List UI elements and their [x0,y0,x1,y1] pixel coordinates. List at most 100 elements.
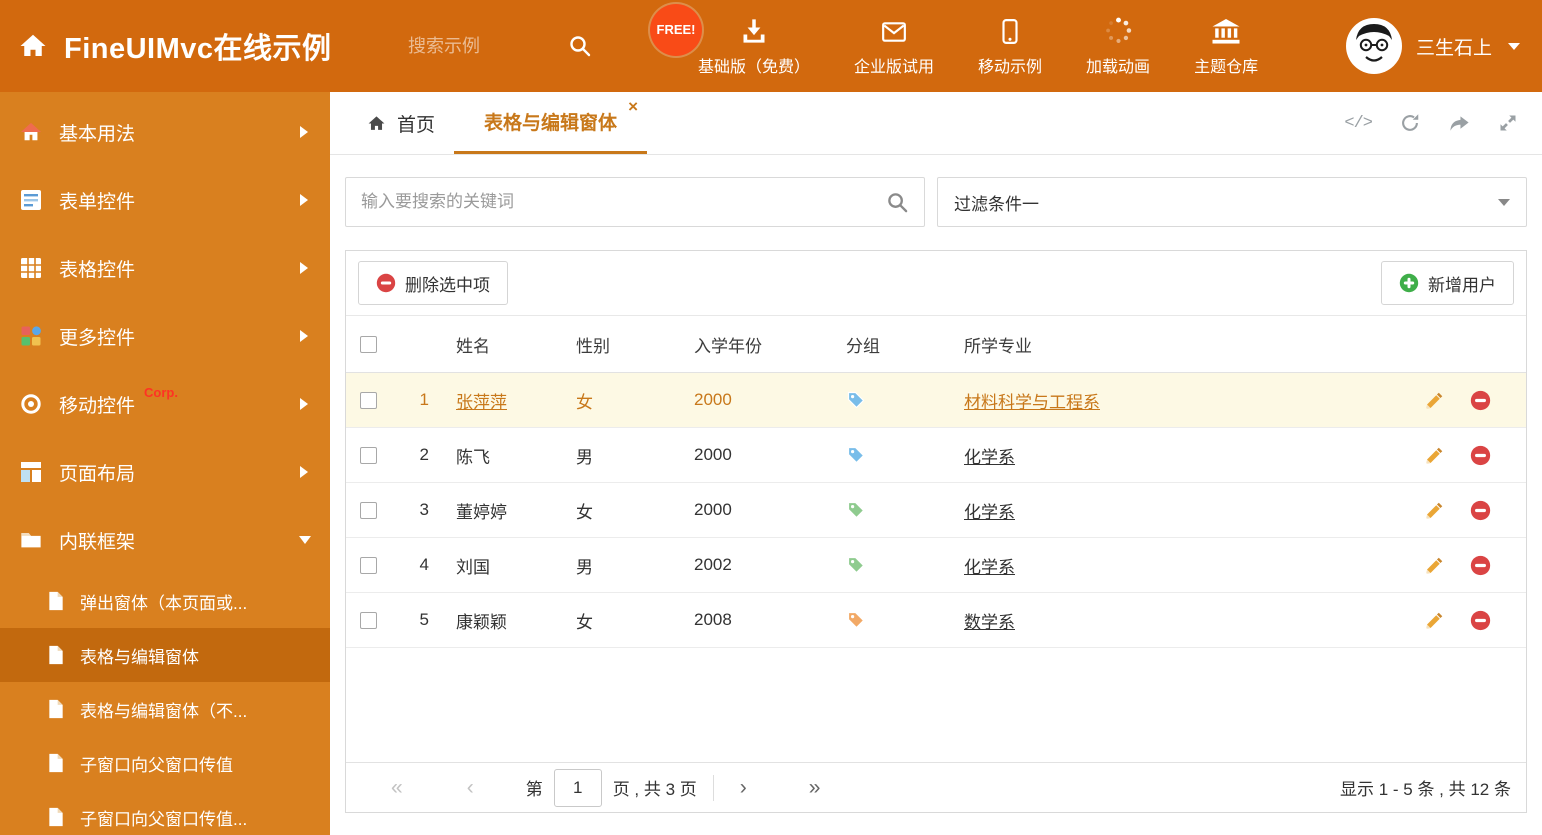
year-cell: 2008 [694,610,732,629]
nav-item-theme-repo[interactable]: 主题仓库 [1194,18,1258,77]
major-link[interactable]: 化学系 [964,503,1015,522]
sidebar-subitem-child-to-parent[interactable]: 子窗口向父窗口传值 [0,736,330,790]
delete-icon[interactable] [1470,390,1491,411]
edit-icon[interactable] [1424,555,1445,576]
table-icon [20,257,42,279]
sidebar: 基本用法 表单控件 表格控件 更多控件 移动控件 Corp. 页面布局 内联框架… [0,92,330,835]
major-link[interactable]: 化学系 [964,558,1015,577]
row-checkbox[interactable] [360,556,377,574]
sidebar-item-basic-usage[interactable]: 基本用法 [0,98,330,166]
nav-item-enterprise-trial[interactable]: 企业版试用 [854,19,934,77]
delete-icon[interactable] [1470,500,1491,521]
row-index: 3 [419,500,429,519]
prev-page-button[interactable]: ‹ [467,777,474,798]
pagination-bar: « ‹ 第 页 , 共 3 页 › » 显示 1 - 5 条 , 共 12 条 [346,762,1526,812]
gender-cell: 男 [576,447,593,467]
tab-grid-edit-window[interactable]: 表格与编辑窗体 × [454,92,648,154]
row-checkbox[interactable] [360,611,377,629]
chevron-right-icon [300,330,308,342]
student-name-link[interactable]: 刘国 [456,558,490,577]
page-number-input[interactable] [553,768,602,807]
delete-icon[interactable] [1470,445,1491,466]
sidebar-item-form-controls[interactable]: 表单控件 [0,166,330,234]
chevron-right-icon [300,262,308,274]
edit-icon[interactable] [1424,390,1445,411]
row-checkbox[interactable] [360,446,377,464]
sidebar-subitem-label: 子窗口向父窗口传值 [80,755,233,775]
tab-home[interactable]: 首页 [348,92,454,154]
table-row[interactable]: 3 董婷婷 女 2000 化学系 [346,483,1526,538]
chevron-right-icon [300,466,308,478]
file-icon [46,645,66,665]
student-name-link[interactable]: 董婷婷 [456,503,507,522]
nav-item-loading-animation[interactable]: 加载动画 [1086,16,1150,77]
last-page-button[interactable]: » [809,777,821,798]
sidebar-item-label: 表单控件 [59,191,136,213]
table-row[interactable]: 2 陈飞 男 2000 化学系 [346,428,1526,483]
student-name-link[interactable]: 张萍萍 [456,393,507,412]
major-link[interactable]: 化学系 [964,448,1015,467]
first-page-button[interactable]: « [391,777,403,798]
sidebar-item-more-controls[interactable]: 更多控件 [0,302,330,370]
delete-icon[interactable] [1470,555,1491,576]
next-page-button[interactable]: › [740,777,747,798]
gender-cell: 女 [576,502,593,522]
sidebar-item-label: 内联框架 [59,531,136,553]
grid-toolbar: 删除选中项 新增用户 [346,251,1526,316]
expand-icon[interactable] [1498,113,1518,133]
user-menu[interactable]: 三生石上 [1345,18,1542,74]
row-checkbox[interactable] [360,391,377,409]
sidebar-item-grid-controls[interactable]: 表格控件 [0,234,330,302]
nav-item-basic-edition[interactable]: FREE! 基础版（免费） [650,3,810,77]
sidebar-item-page-layout[interactable]: 页面布局 [0,438,330,506]
header-search-input[interactable] [408,35,558,57]
view-source-icon[interactable]: </> [1344,114,1373,133]
avatar[interactable] [1345,18,1402,74]
sidebar-item-mobile-controls[interactable]: 移动控件 Corp. [0,370,330,438]
sidebar-subitem-grid-edit-window-2[interactable]: 表格与编辑窗体（不... [0,682,330,736]
edit-icon[interactable] [1424,500,1445,521]
table-row[interactable]: 5 康颖颖 女 2008 数学系 [346,593,1526,648]
brand[interactable]: FineUIMvc在线示例 [0,25,408,67]
nav-item-mobile-demo[interactable]: 移动示例 [978,18,1042,77]
header-search [408,34,620,58]
mobile-icon [997,18,1023,45]
chevron-down-icon [1508,42,1520,50]
major-link[interactable]: 数学系 [964,613,1015,632]
share-icon[interactable] [1448,112,1471,135]
download-icon [740,17,768,45]
refresh-icon[interactable] [1399,112,1421,134]
delete-selected-button[interactable]: 删除选中项 [358,261,508,305]
close-icon[interactable]: × [628,98,638,115]
filter-dropdown[interactable]: 过滤条件一 [937,177,1527,227]
row-index: 1 [419,390,429,409]
sidebar-subitem-child-to-parent-2[interactable]: 子窗口向父窗口传值... [0,790,330,835]
record-summary: 显示 1 - 5 条 , 共 12 条 [1340,780,1511,799]
sidebar-subitem-label: 表格与编辑窗体（不... [80,701,248,721]
top-header: FineUIMvc在线示例 FREE! 基础版（免费） 企业版试用 移动示例 加… [0,0,1542,92]
column-header-group: 分组 [846,336,880,356]
table-row[interactable]: 4 刘国 男 2002 化学系 [346,538,1526,593]
delete-icon[interactable] [1470,610,1491,631]
table-row[interactable]: 1 张萍萍 女 2000 材料科学与工程系 [346,373,1526,428]
keyword-search-input[interactable] [361,192,886,212]
sidebar-subitem-popup-window[interactable]: 弹出窗体（本页面或... [0,574,330,628]
search-icon[interactable] [568,34,592,58]
search-icon[interactable] [886,191,909,214]
ring-icon [20,393,42,415]
student-name-link[interactable]: 康颖颖 [456,613,507,632]
edit-icon[interactable] [1424,445,1445,466]
sidebar-item-inline-frame[interactable]: 内联框架 [0,506,330,574]
student-name-link[interactable]: 陈飞 [456,448,490,467]
select-all-checkbox[interactable] [360,335,377,353]
edit-icon[interactable] [1424,610,1445,631]
row-checkbox[interactable] [360,501,377,519]
table-header: 姓名 性别 入学年份 分组 所学专业 [346,316,1526,373]
tab-label: 首页 [397,114,436,136]
home-icon [20,121,42,143]
sidebar-subitem-grid-edit-window[interactable]: 表格与编辑窗体 [0,628,330,682]
add-user-button[interactable]: 新增用户 [1381,261,1514,305]
user-name: 三生石上 [1415,37,1492,59]
filter-row: 过滤条件一 [345,177,1527,227]
major-link[interactable]: 材料科学与工程系 [964,393,1100,412]
